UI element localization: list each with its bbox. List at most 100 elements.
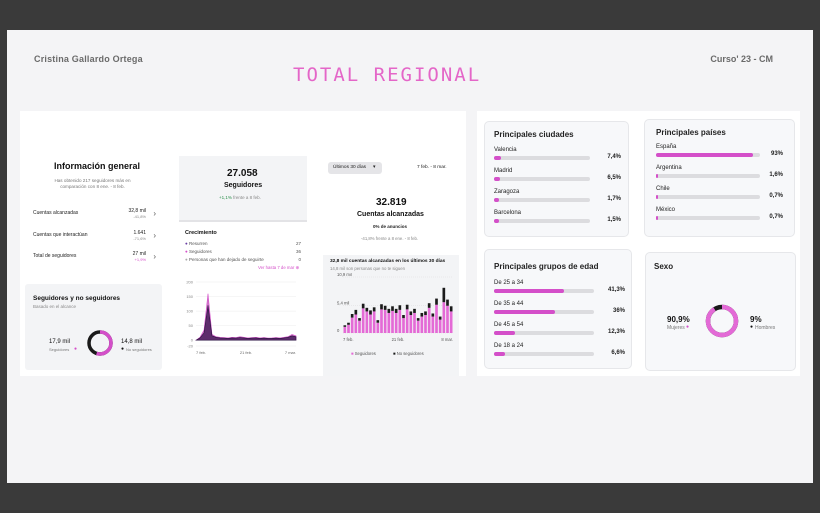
reach-x-tick: 8 mar. bbox=[441, 337, 453, 342]
cities-row-bar-fill bbox=[494, 177, 501, 181]
reach-bar-followers bbox=[449, 311, 453, 333]
growth-x-tick: 7 mar. bbox=[285, 350, 296, 355]
non-followers-value: 14,8 mil bbox=[121, 339, 143, 345]
cities-row-label: Valencia bbox=[494, 147, 517, 153]
growth-row: ● Resurren 27 bbox=[185, 241, 301, 249]
period-filter-button[interactable]: Últimos 30 días ▾ bbox=[328, 162, 382, 174]
reach-bar-non-followers bbox=[398, 305, 402, 310]
reach-bar-non-followers bbox=[413, 308, 416, 313]
reach-bar-chart: 10,9 mil 5,4 mil 07 feb. 21 feb. 8 mar. ■ Seg… bbox=[337, 273, 453, 356]
countries-row-label: México bbox=[656, 207, 676, 213]
reach-bar-followers bbox=[343, 326, 347, 333]
women-value: 90,9% bbox=[667, 315, 690, 324]
course-label: Curso' 23 - CM bbox=[710, 54, 773, 64]
reach-y-tick: 10,9 mil bbox=[337, 273, 352, 277]
ages-row-bar bbox=[494, 331, 594, 335]
reach-bar-non-followers bbox=[446, 299, 449, 306]
black-dot-icon: ● bbox=[121, 346, 125, 352]
cities-row-value: 1,5% bbox=[607, 217, 621, 223]
growth-x-tick: 21 feb. bbox=[240, 350, 252, 355]
reach-bar-followers bbox=[405, 309, 409, 333]
reach-bar-non-followers bbox=[380, 304, 383, 310]
reach-total: 32.819 bbox=[376, 197, 407, 208]
reach-y-tick: 5,4 mil bbox=[337, 300, 349, 305]
ages-row-bar bbox=[494, 310, 594, 314]
ages-row-label: De 35 a 44 bbox=[494, 301, 524, 307]
cities-row-label: Barcelona bbox=[494, 210, 522, 216]
followers-value: 17,9 mil bbox=[49, 339, 71, 345]
reach-bar-followers bbox=[413, 312, 416, 333]
reach-bar-non-followers bbox=[449, 306, 453, 312]
cities-row-label: Zaragoza bbox=[494, 189, 520, 195]
countries-row-label: Chile bbox=[656, 186, 670, 192]
followers-total: 27.058 bbox=[227, 168, 258, 179]
countries-row-bar bbox=[656, 174, 760, 178]
reach-bar-followers bbox=[424, 315, 427, 333]
cities-row-value: 6,5% bbox=[607, 175, 621, 181]
reach-bar-non-followers bbox=[394, 308, 398, 313]
general-row[interactable]: Total de seguidores 27 mil +1,9% › bbox=[33, 251, 158, 265]
reach-bar-non-followers bbox=[438, 316, 442, 320]
reach-bar-followers bbox=[409, 315, 413, 333]
countries-row-bar bbox=[656, 195, 760, 199]
ages-row-label: De 18 a 24 bbox=[494, 343, 524, 349]
sex-title: Sexo bbox=[654, 262, 674, 271]
reach-bar-non-followers bbox=[427, 303, 431, 308]
growth-title: Crecimiento bbox=[185, 230, 217, 236]
reach-bar-non-followers bbox=[369, 310, 372, 315]
countries-row-bar bbox=[656, 153, 760, 157]
reach-bar-non-followers bbox=[387, 308, 391, 313]
general-row-change: -41,8% bbox=[133, 214, 146, 219]
reach-bar-followers bbox=[365, 311, 369, 333]
reach-bar-non-followers bbox=[372, 307, 376, 312]
reach-bar-followers bbox=[380, 309, 383, 333]
reach-bar-followers bbox=[420, 316, 424, 333]
chevron-right-icon: › bbox=[153, 252, 156, 261]
reach-ads: 0% de anuncios bbox=[373, 224, 408, 229]
reach-total-label: Cuentas alcanzadas bbox=[357, 211, 424, 218]
left-screens-panel: Información general Has obtenido 217 seg… bbox=[20, 111, 466, 376]
general-row-label: Total de seguidores bbox=[33, 253, 77, 259]
growth-row-label: Seguidores bbox=[188, 249, 212, 254]
pink-dot-icon: ● bbox=[686, 324, 690, 330]
cities-row-bar-fill bbox=[494, 219, 499, 223]
reach-bar-non-followers bbox=[420, 312, 424, 317]
reach-x-tick: 21 feb. bbox=[392, 337, 405, 342]
general-row-change: -71,6% bbox=[133, 236, 146, 241]
cities-row-bar-fill bbox=[494, 156, 502, 160]
countries-row-bar-fill bbox=[656, 153, 753, 157]
growth-chart: 200 150 100 50 0-207 feb. 21 feb. 7 mar. bbox=[186, 280, 297, 355]
reach-chart-card: 32,8 mil cuentas alcanzadas en los últim… bbox=[323, 255, 459, 376]
age-groups-title: Principales grupos de edad bbox=[494, 262, 599, 271]
cities-row-value: 1,7% bbox=[607, 196, 621, 202]
countries-row-value: 0,7% bbox=[769, 193, 783, 199]
cities-title: Principales ciudades bbox=[494, 130, 574, 139]
countries-row-bar-fill bbox=[656, 195, 658, 199]
see-more-link-text: Ver hasta 7 de mar bbox=[258, 265, 295, 270]
pink-dot-icon: ● bbox=[185, 249, 188, 254]
reach-legend-non-followers: ■ No seguidores bbox=[393, 351, 424, 356]
general-row[interactable]: Cuentas que interactúan 1.641 -71,6% › bbox=[33, 230, 158, 244]
reach-chart-title: 32,8 mil cuentas alcanzadas en los últim… bbox=[330, 259, 446, 264]
countries-row-bar bbox=[656, 216, 760, 220]
followers-split-title: Seguidores y no seguidores bbox=[33, 295, 121, 302]
cities-row-value: 7,4% bbox=[607, 154, 621, 160]
reach-bar-non-followers bbox=[383, 305, 387, 310]
reach-bar-non-followers bbox=[405, 304, 409, 310]
followers-label: Seguidores bbox=[49, 347, 70, 352]
growth-section: Crecimiento ● Resurren 27 ● Seguidores 3… bbox=[179, 222, 307, 376]
growth-y-tick: 150 bbox=[186, 294, 193, 299]
followers-split-subtitle: Basado en el alcance bbox=[33, 304, 77, 309]
growth-row-value: 27 bbox=[295, 241, 301, 246]
reach-legend-followers: ■ Seguidores bbox=[351, 351, 376, 356]
reach-bar-non-followers bbox=[354, 309, 358, 315]
see-more-link[interactable]: Ver hasta 7 de mar ⊕ bbox=[258, 265, 299, 271]
chevron-right-icon: › bbox=[153, 231, 156, 240]
growth-row-value: 0 bbox=[298, 257, 301, 262]
followers-total-label: Seguidores bbox=[224, 182, 263, 189]
reach-bar-followers bbox=[438, 319, 442, 333]
general-row[interactable]: Cuentas alcanzadas 32,8 mil -41,8% › bbox=[33, 208, 158, 222]
countries-row-bar-fill bbox=[656, 216, 658, 220]
ages-row-label: De 25 a 34 bbox=[494, 280, 524, 286]
reach-bar-followers bbox=[350, 317, 354, 333]
